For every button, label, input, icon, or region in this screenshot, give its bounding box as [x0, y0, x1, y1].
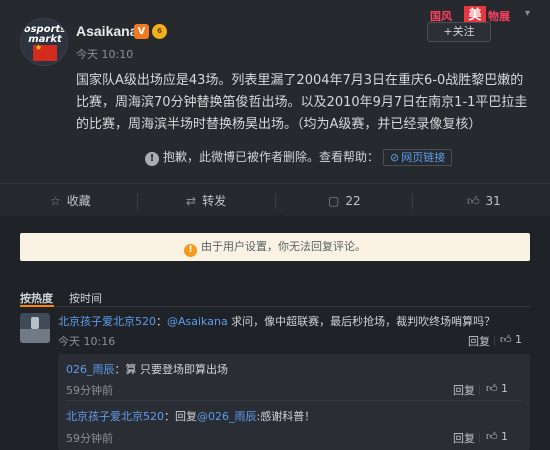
reply-text: 北京孩子爱北京520：回复@026_雨辰:感谢科普！: [66, 408, 315, 424]
reply-text: 026_雨辰：算 只要登场即算出场: [66, 361, 228, 377]
reply-time: 59分钟前: [66, 432, 113, 445]
reply-time: 59分钟前: [66, 384, 113, 397]
comment-body: 求问，像中超联赛，最后秒抢场，裁判吹终场哨算吗？: [227, 315, 496, 328]
action-divider: [275, 193, 276, 209]
notice-text: 由于用户设置，你无法回复评论。: [201, 240, 366, 253]
like-button[interactable]: 👍︎ 31: [467, 184, 501, 218]
reply-like-count: 1: [501, 382, 508, 395]
repost-icon: ⇄: [186, 194, 197, 208]
comment-time: 今天 10:16: [58, 335, 116, 348]
comment-icon: ▢: [328, 194, 340, 208]
reply-body-tail: :感谢科普！: [256, 410, 316, 423]
avatar-brand-logo: osports markt: [23, 24, 67, 45]
post-content: 国家队A级出场应是43场。列表里漏了2004年7月3日在重庆6-0战胜黎巴嫩的比…: [76, 73, 528, 132]
info-icon: !: [145, 152, 159, 166]
thumbs-up-icon: 👍︎: [486, 382, 498, 395]
deleted-notice: ! 抱歉，此微博已被作者删除。查看帮助： ⊘ 网页链接: [145, 148, 453, 166]
reply-thread: 026_雨辰：算 只要登场即算出场 59分钟前 回复 👍︎ 1 北京孩子爱北京5…: [58, 354, 530, 450]
action-bar: ☆ 收藏 ⇄ 转发 ▢ 22 👍︎ 31: [0, 183, 550, 220]
sort-active-underline: [20, 305, 54, 307]
comment-username[interactable]: 北京孩子爱北京520: [58, 315, 156, 328]
post-time[interactable]: 今天 10:10: [76, 46, 133, 62]
comment-sort-tabs: 按热度 按时间: [20, 290, 118, 306]
verified-badge: V: [134, 24, 149, 39]
repost-button[interactable]: ⇄ 转发: [186, 184, 226, 218]
sort-divider: [20, 306, 530, 307]
commenter-avatar[interactable]: [20, 313, 50, 343]
help-link[interactable]: ⊘ 网页链接: [383, 149, 453, 166]
reply-mention[interactable]: @026_雨辰: [197, 410, 257, 423]
comment-reply-button[interactable]: 回复: [468, 333, 490, 349]
comment-count: 22: [345, 194, 361, 208]
china-flag-icon: [33, 43, 57, 61]
warning-icon: !: [184, 244, 197, 257]
comment-mention[interactable]: @Asaikana: [167, 315, 228, 328]
star-icon: ☆: [50, 194, 61, 208]
reply-like-count: 1: [501, 430, 508, 443]
reply-username[interactable]: 026_雨辰: [66, 363, 115, 376]
reply-body: ：算 只要登场即算出场: [114, 363, 229, 376]
reply-username[interactable]: 北京孩子爱北京520: [66, 410, 164, 423]
tab-sort-hot[interactable]: 按热度: [20, 292, 53, 305]
reply-reply-button[interactable]: 回复: [453, 430, 475, 446]
level-badge: 6: [152, 24, 167, 39]
comment-text: 北京孩子爱北京520：@Asaikana 求问，像中超联赛，最后秒抢场，裁判吹终…: [58, 315, 496, 328]
follow-button[interactable]: +关注: [427, 22, 491, 42]
comment-button[interactable]: ▢ 22: [328, 184, 361, 218]
tab-sort-time[interactable]: 按时间: [69, 292, 102, 305]
favorite-label: 收藏: [66, 194, 91, 208]
reply-body: ：回复: [164, 410, 197, 423]
deleted-text: 抱歉，此微博已被作者删除。查看帮助：: [163, 150, 380, 164]
active-tab-pointer: [275, 214, 287, 220]
thumbs-up-icon: 👍︎: [500, 333, 512, 346]
user-avatar[interactable]: osports markt: [20, 18, 68, 66]
action-divider: [137, 193, 138, 209]
reply-restricted-notice: ! 由于用户设置，你无法回复评论。: [20, 233, 530, 261]
weibo-post: osportsmarkt Asaikana V 6 今天 10:10 国风 美 …: [0, 0, 550, 220]
chevron-down-icon[interactable]: ▾: [525, 8, 539, 22]
thumbs-up-icon: 👍︎: [486, 430, 498, 443]
reply-like-button[interactable]: 👍︎ 1: [486, 430, 508, 443]
reply-like-button[interactable]: 👍︎ 1: [486, 382, 508, 395]
repost-label: 转发: [202, 194, 227, 208]
like-count: 31: [485, 194, 501, 208]
reply-divider: [66, 400, 522, 401]
link-icon: ⊘: [390, 151, 400, 164]
reply-action-divider: [479, 385, 480, 395]
reply-action-divider: [479, 433, 480, 443]
post-username[interactable]: Asaikana: [76, 23, 137, 39]
banner-text-right: 物展: [488, 10, 510, 23]
comment-like-button[interactable]: 👍︎ 1: [500, 333, 522, 346]
favorite-button[interactable]: ☆ 收藏: [50, 184, 91, 218]
reply-reply-button[interactable]: 回复: [453, 382, 475, 398]
help-link-label: 网页链接: [401, 151, 446, 164]
comment-like-count: 1: [515, 333, 522, 346]
action-divider: [412, 193, 413, 209]
thumbs-up-icon: 👍︎: [467, 194, 480, 208]
comment-action-divider: [494, 336, 495, 346]
